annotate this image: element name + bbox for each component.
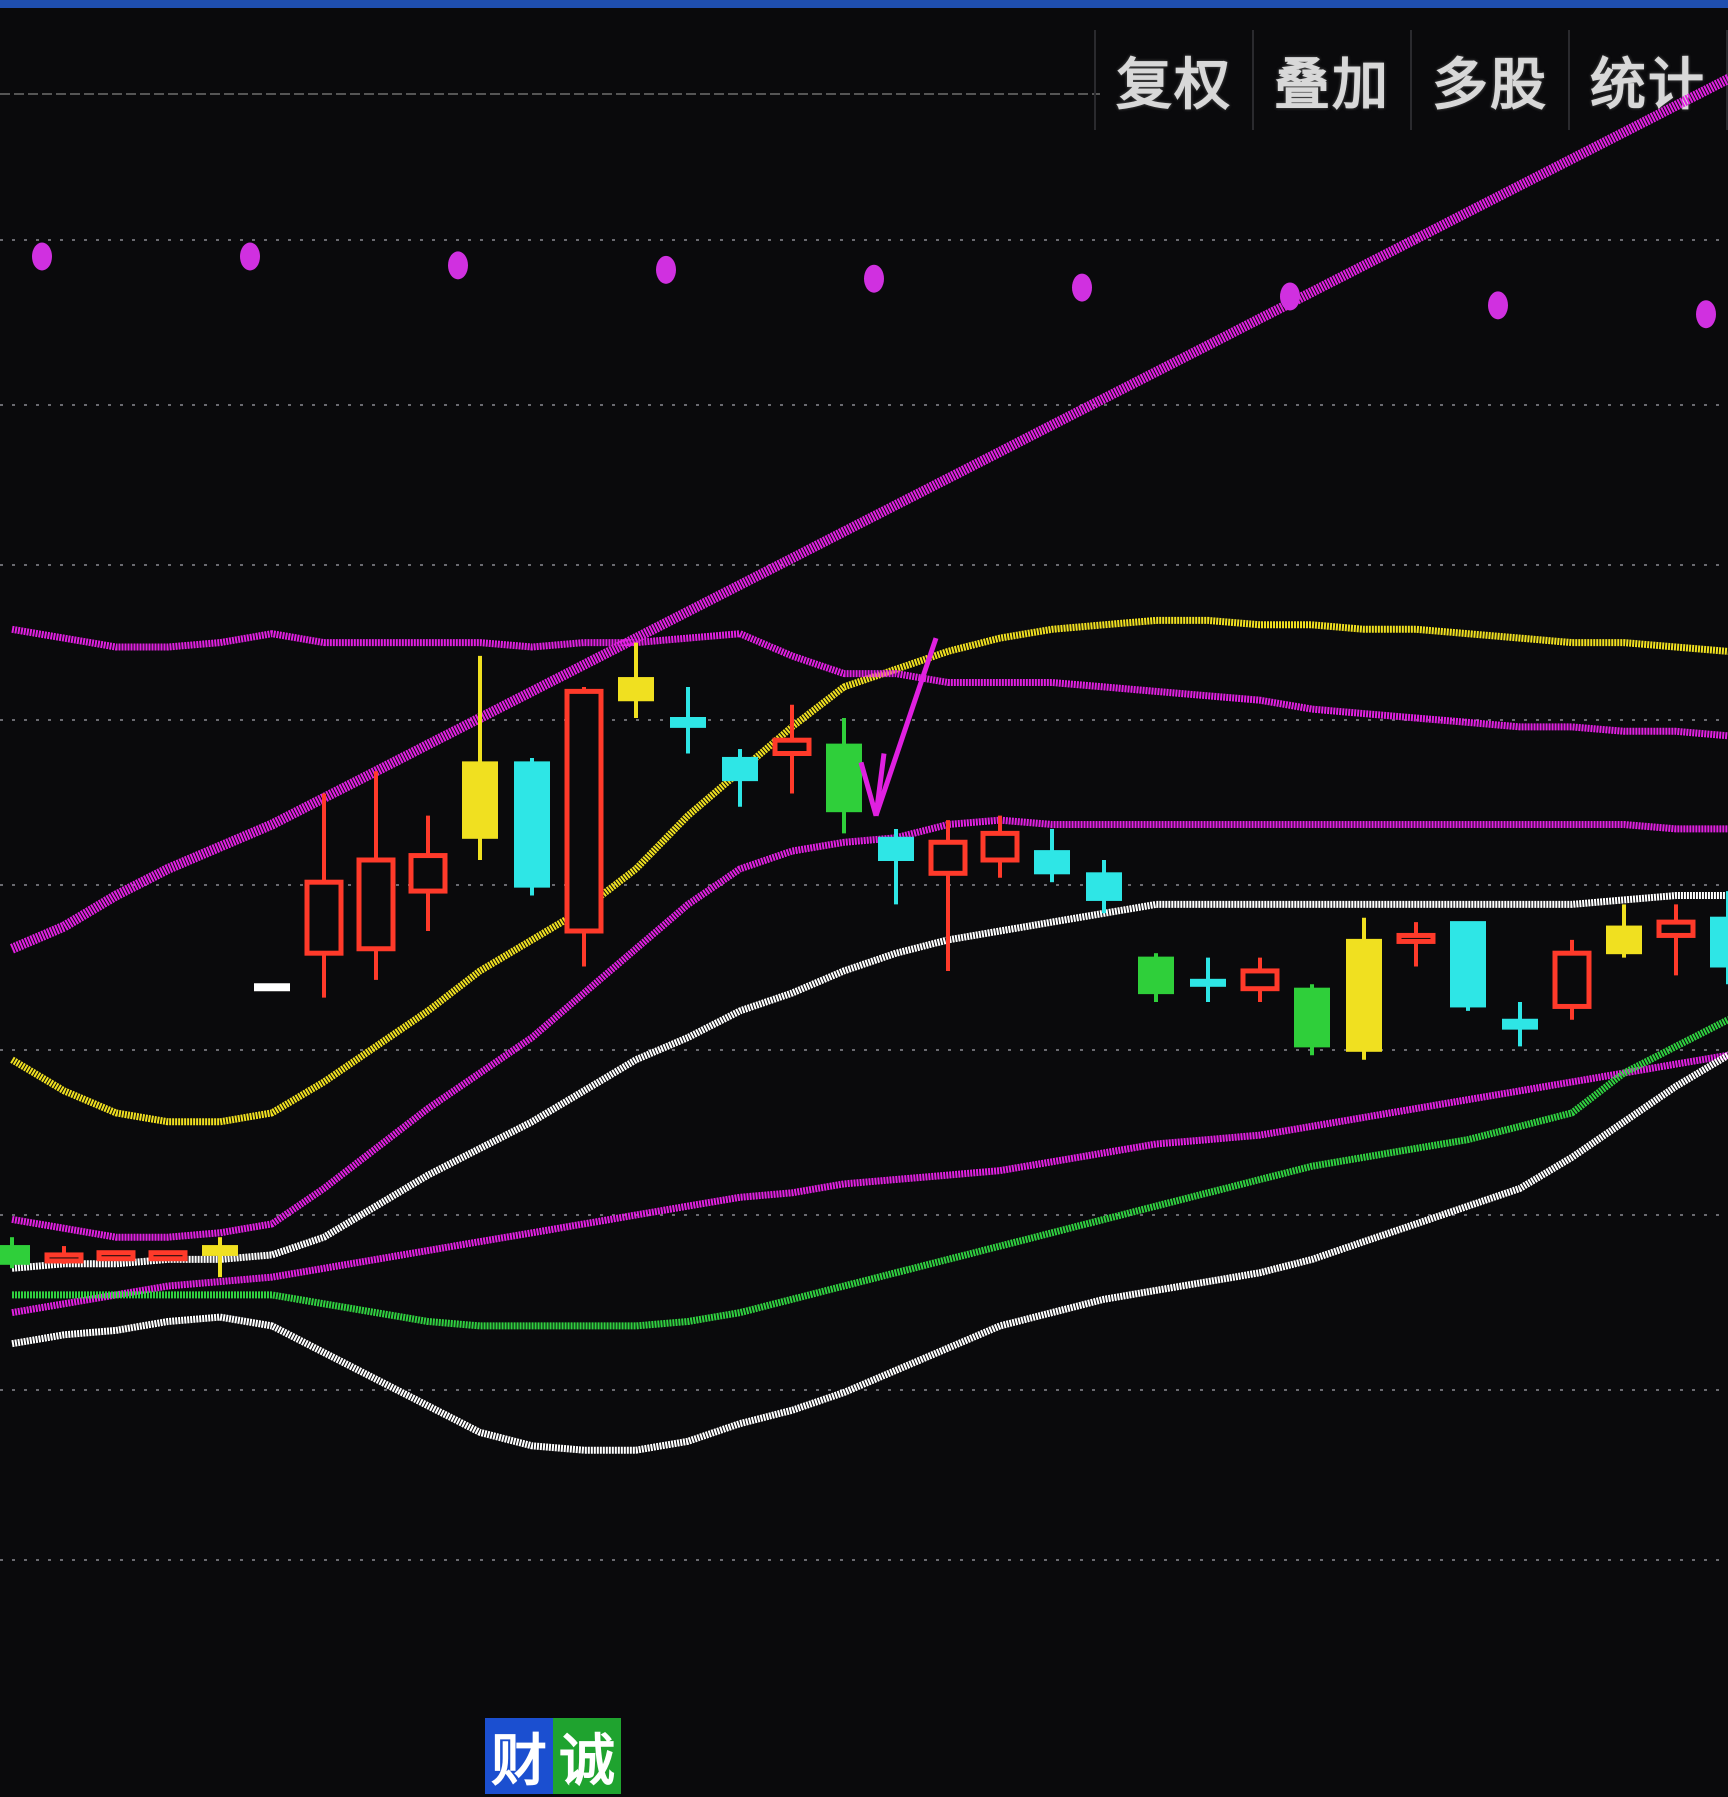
candle-body-20 bbox=[1034, 850, 1070, 875]
indicator-line-0 bbox=[10, 616, 1728, 1126]
candle-body-23 bbox=[1190, 978, 1226, 987]
indicator-line-1 bbox=[11, 625, 1728, 740]
candle-body-33 bbox=[1710, 916, 1728, 968]
candle-body-21 bbox=[1086, 872, 1122, 901]
candle-body-19 bbox=[980, 830, 1020, 863]
candle-body-25 bbox=[1294, 987, 1330, 1048]
sar-dot-20 bbox=[1072, 273, 1092, 302]
candle-body-22 bbox=[1138, 956, 1174, 995]
sar-dot-28 bbox=[1488, 291, 1508, 320]
indicator-line-7 bbox=[10, 73, 1728, 954]
finance-badge-part1: 财 bbox=[485, 1718, 553, 1794]
annotation-arrow-shaft bbox=[873, 637, 939, 817]
candle-body-12 bbox=[618, 677, 654, 702]
sar-dot-8 bbox=[448, 251, 468, 280]
candle-body-8 bbox=[408, 853, 448, 894]
candle-body-3 bbox=[148, 1250, 188, 1262]
candle-body-13 bbox=[670, 717, 706, 728]
candle-body-28 bbox=[1450, 921, 1486, 1008]
kline-chart[interactable] bbox=[0, 0, 1728, 1795]
sar-dot-12 bbox=[656, 255, 676, 284]
candle-body-5 bbox=[254, 983, 290, 992]
candle-body-26 bbox=[1346, 938, 1382, 1052]
sar-dot-0 bbox=[32, 242, 52, 271]
candle-body-27 bbox=[1396, 932, 1436, 944]
candle-body-9 bbox=[462, 761, 498, 839]
candle-body-1 bbox=[44, 1252, 84, 1264]
candle-body-16 bbox=[826, 743, 862, 813]
candle-body-32 bbox=[1656, 919, 1696, 938]
candle-body-30 bbox=[1552, 950, 1592, 1009]
candle-body-11 bbox=[564, 688, 604, 934]
sar-dot-4 bbox=[240, 242, 260, 271]
candle-body-7 bbox=[356, 857, 396, 952]
sar-dot-24 bbox=[1280, 282, 1300, 311]
candle-body-2 bbox=[96, 1250, 136, 1262]
candle-body-6 bbox=[304, 879, 344, 956]
sar-dot-16 bbox=[864, 264, 884, 293]
candle-body-17 bbox=[878, 836, 914, 861]
finance-badge-part2: 诚 bbox=[553, 1718, 621, 1794]
finance-badge[interactable]: 财 诚 bbox=[485, 1718, 621, 1794]
candle-body-29 bbox=[1502, 1018, 1538, 1030]
indicator-line-2 bbox=[11, 816, 1728, 1241]
candle-body-31 bbox=[1606, 925, 1642, 955]
candle-body-18 bbox=[928, 839, 968, 876]
indicator-line-6 bbox=[11, 1051, 1728, 1454]
candle-body-4 bbox=[202, 1245, 238, 1256]
candle-body-15 bbox=[772, 737, 812, 756]
candle-body-0 bbox=[0, 1245, 30, 1265]
candle-body-10 bbox=[514, 761, 550, 888]
sar-dot-32 bbox=[1696, 300, 1716, 329]
candle-body-14 bbox=[722, 756, 758, 782]
indicator-line-4 bbox=[11, 1051, 1728, 1317]
candle-body-24 bbox=[1240, 968, 1280, 992]
